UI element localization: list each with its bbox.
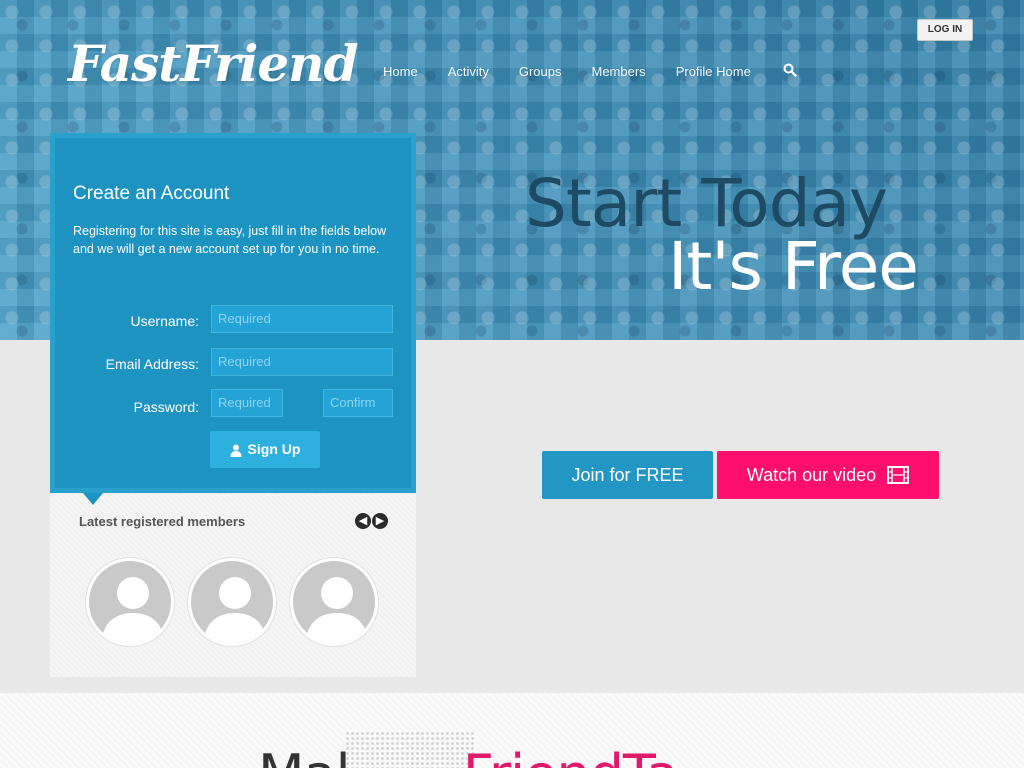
register-panel: Create an Account Registering for this s… bbox=[50, 133, 416, 505]
next-arrow-icon[interactable]: ▶ bbox=[372, 513, 388, 529]
password-confirm-field[interactable]: Confirm bbox=[323, 389, 393, 417]
login-button[interactable]: LOG IN bbox=[917, 19, 973, 41]
member-avatar[interactable] bbox=[188, 558, 276, 646]
nav-groups[interactable]: Groups bbox=[519, 64, 562, 79]
search-icon[interactable] bbox=[783, 63, 797, 77]
avatar-placeholder-icon bbox=[203, 577, 267, 643]
hero-headline-line2: It's Free bbox=[668, 228, 919, 305]
nav-home[interactable]: Home bbox=[383, 64, 418, 79]
register-title: Create an Account bbox=[73, 183, 230, 204]
prev-arrow-icon[interactable]: ◀ bbox=[355, 513, 371, 529]
password-field[interactable]: Required bbox=[211, 389, 283, 417]
email-label: Email Address: bbox=[105, 356, 199, 372]
nav-profile-home[interactable]: Profile Home bbox=[676, 64, 751, 79]
sign-up-button[interactable]: Sign Up bbox=[210, 431, 320, 468]
email-field[interactable]: Required bbox=[211, 348, 393, 376]
watch-video-label: Watch our video bbox=[746, 465, 877, 485]
site-logo[interactable]: FastFriend bbox=[68, 34, 358, 93]
member-avatar[interactable] bbox=[290, 558, 378, 646]
username-label: Username: bbox=[130, 313, 199, 329]
bottom-heading-part1: Mal bbox=[258, 743, 351, 768]
bottom-section: Mal FriendTa bbox=[0, 693, 1024, 768]
nav-members[interactable]: Members bbox=[592, 64, 646, 79]
latest-members-box: Latest registered members ◀ ▶ bbox=[50, 493, 416, 677]
register-description: Registering for this site is easy, just … bbox=[73, 224, 387, 256]
latest-members-title: Latest registered members bbox=[79, 514, 246, 529]
join-free-button[interactable]: Join for FREE bbox=[542, 451, 713, 499]
film-icon bbox=[887, 465, 910, 484]
bottom-heading-part2: FriendTa bbox=[463, 743, 679, 768]
nav-activity[interactable]: Activity bbox=[448, 64, 489, 79]
member-avatar[interactable] bbox=[86, 558, 174, 646]
main-nav: Home Activity Groups Members Profile Hom… bbox=[383, 63, 797, 79]
sign-up-label: Sign Up bbox=[247, 441, 301, 457]
watch-video-button[interactable]: Watch our video bbox=[717, 451, 939, 499]
avatar-placeholder-icon bbox=[101, 577, 165, 643]
password-label: Password: bbox=[133, 399, 199, 415]
panel-notch bbox=[83, 493, 103, 505]
username-field[interactable]: Required bbox=[211, 305, 393, 333]
avatar-placeholder-icon bbox=[305, 577, 369, 643]
bottom-heading: Mal FriendTa bbox=[258, 743, 679, 768]
user-icon bbox=[230, 444, 242, 457]
